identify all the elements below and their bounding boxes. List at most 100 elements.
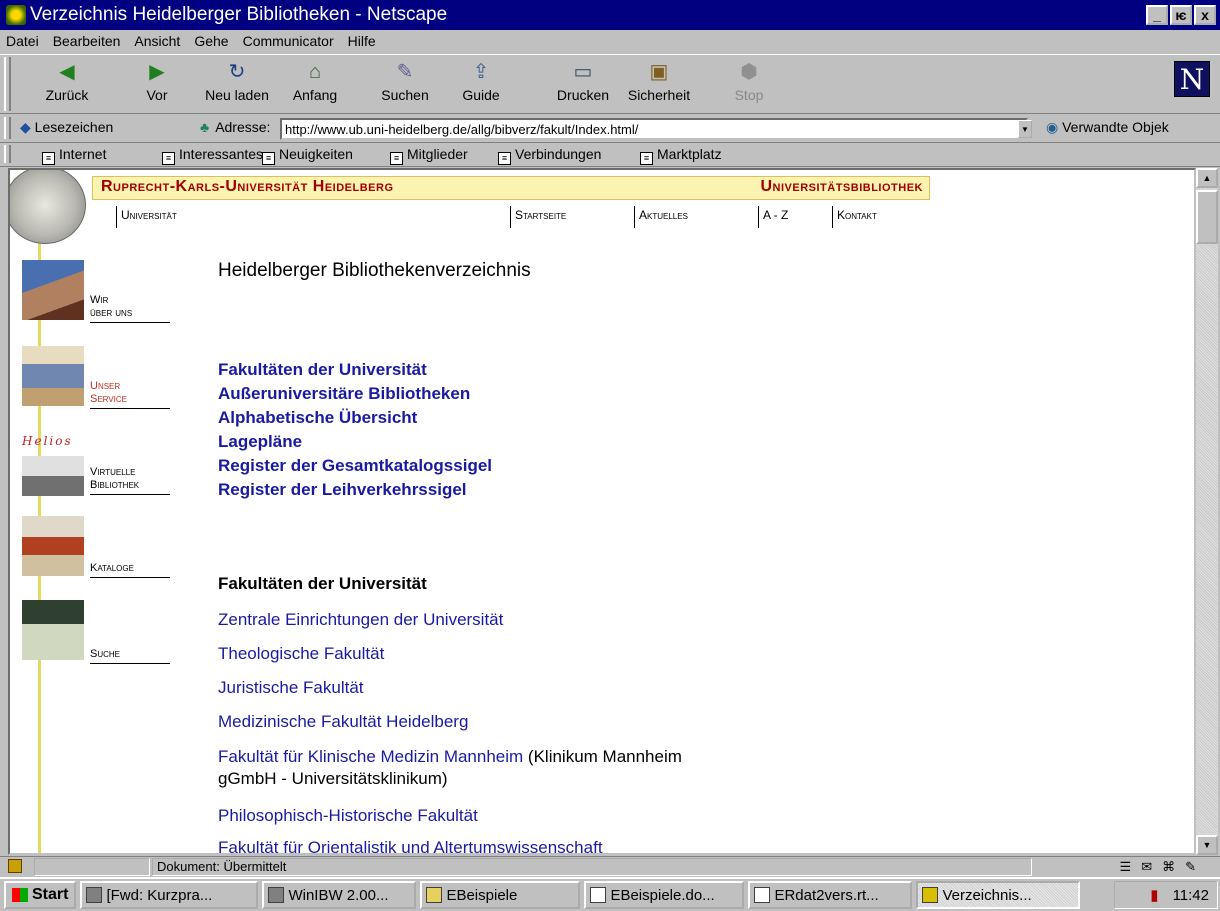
sidebar-label-about: Wir über uns <box>90 294 170 323</box>
search-flashlight-icon: ✎ <box>396 61 414 83</box>
menu-bearbeiten[interactable]: Bearbeiten <box>53 33 121 49</box>
browser-window: Verzeichnis Heidelberger Bibliotheken - … <box>0 0 1220 911</box>
stop-label: Stop <box>734 87 764 103</box>
sidebar-item-virtual-library[interactable]: Helios Virtuelle Bibliothek <box>22 434 172 504</box>
security-lock-icon[interactable] <box>8 859 22 873</box>
menu-hilfe[interactable]: Hilfe <box>348 33 376 49</box>
faculty-link-medicine-heidelberg[interactable]: Medizinische Fakultät Heidelberg <box>218 712 468 732</box>
menu-datei[interactable]: Datei <box>6 33 39 49</box>
sidebar-item-about[interactable]: Wir über uns <box>22 260 172 330</box>
faculty-link-theology[interactable]: Theologische Fakultät <box>218 644 384 664</box>
topnav-universitaet[interactable]: Universität <box>116 206 177 228</box>
sidebar-label-line: Unser <box>90 380 121 392</box>
close-button[interactable]: x <box>1194 5 1216 25</box>
toolbar-grip[interactable] <box>4 57 11 111</box>
mail-icon[interactable]: ✉ <box>1141 859 1162 874</box>
personal-item-internet[interactable]: ≡ Internet <box>42 146 106 165</box>
sidebar-label-catalogs: Kataloge <box>90 562 170 578</box>
back-button[interactable]: ◀ Zurück <box>32 59 102 103</box>
vertical-scrollbar[interactable]: ▲ ▼ <box>1196 168 1218 855</box>
bookmark-page-icon: ≡ <box>42 152 55 165</box>
toolbar-grip[interactable] <box>4 145 11 163</box>
address-dropdown-icon[interactable]: ▼ <box>1018 120 1032 138</box>
address-label: ♣ Adresse: <box>200 119 270 135</box>
topnav-startseite[interactable]: Startseite <box>510 206 566 228</box>
toolbar-grip[interactable] <box>4 117 11 139</box>
faculty-link-law[interactable]: Juristische Fakultät <box>218 678 364 698</box>
topnav-a-z[interactable]: A - Z <box>758 206 788 228</box>
terminal-app-icon <box>268 887 285 903</box>
taskbar-item-winibw[interactable]: WinIBW 2.00... <box>262 881 417 909</box>
address-label-text: Adresse: <box>215 119 271 135</box>
forward-button[interactable]: ▶ Vor <box>122 59 192 103</box>
link-union-catalog-sigla[interactable]: Register der Gesamtkatalogssigel <box>218 454 492 478</box>
taskbar-item-rtf-doc[interactable]: ERdat2vers.rt... <box>748 881 913 909</box>
main-link-list: Fakultäten der Universität Außeruniversi… <box>218 358 492 502</box>
sidebar-item-service[interactable]: Unser Service <box>22 346 172 416</box>
navigator-icon[interactable]: ☰ <box>1120 859 1142 874</box>
library-name-link[interactable]: Universitätsbibliothek <box>760 178 923 196</box>
faculty-link-central[interactable]: Zentrale Einrichtungen der Universität <box>218 610 503 630</box>
scroll-down-arrow-icon[interactable]: ▼ <box>1196 835 1218 855</box>
link-alphabetical-overview[interactable]: Alphabetische Übersicht <box>218 406 492 430</box>
bookmark-page-icon: ≡ <box>162 152 175 165</box>
link-non-university-libraries[interactable]: Außeruniversitäre Bibliotheken <box>218 382 492 406</box>
sidebar-item-catalogs[interactable]: Kataloge <box>22 516 172 580</box>
security-button[interactable]: ▣ Sicherheit <box>624 59 694 103</box>
print-button[interactable]: ▭ Drucken <box>548 59 618 103</box>
scroll-thumb[interactable] <box>1196 190 1218 244</box>
composer-icon[interactable]: ✎ <box>1185 859 1206 874</box>
address-input[interactable]: http://www.ub.uni-heidelberg.de/allg/bib… <box>280 118 1028 140</box>
guide-button[interactable]: ⇪ Guide <box>446 59 516 103</box>
personal-item-verbindungen[interactable]: ≡ Verbindungen <box>498 146 601 165</box>
tray-app-icon[interactable]: ▮ <box>1150 886 1158 904</box>
personal-toolbar: ≡ Internet ≡ Interessantes ≡ Neuigkeiten ≡ M… <box>0 143 1220 167</box>
bookmarks-button[interactable]: ◆ Lesezeichen <box>20 119 113 136</box>
person-on-phone-photo <box>22 600 84 660</box>
faculty-entry-medicine-mannheim: Fakultät für Klinische Medizin Mannheim … <box>218 746 682 790</box>
menu-gehe[interactable]: Gehe <box>194 33 228 49</box>
related-objects-button[interactable]: ◉ Verwandte Objek <box>1046 119 1169 136</box>
navigation-toolbar: ◀ Zurück ▶ Vor ↻ Neu laden ⌂ Anfang ✎ Su… <box>0 54 1220 114</box>
minimize-button[interactable]: _ <box>1146 5 1168 25</box>
bookmark-page-icon: ≡ <box>262 152 275 165</box>
netscape-logo[interactable]: N <box>1174 61 1210 97</box>
personal-item-mitglieder[interactable]: ≡ Mitglieder <box>390 146 468 165</box>
clock[interactable]: 11:42 <box>1173 887 1209 904</box>
catalog-workstation-photo <box>22 516 84 576</box>
link-interlibrary-loan-sigla[interactable]: Register der Leihverkehrssigel <box>218 478 492 502</box>
search-button[interactable]: ✎ Suchen <box>370 59 440 103</box>
taskbar-item-folder[interactable]: EBeispiele <box>420 881 581 909</box>
stop-button[interactable]: ⬢ Stop <box>714 59 784 103</box>
netscape-app-icon <box>6 5 26 25</box>
taskbar-item-netscape[interactable]: Verzeichnis... <box>916 881 1081 909</box>
university-name-link[interactable]: Ruprecht-Karls-Universität Heidelberg <box>101 178 394 196</box>
taskbar-item-mail[interactable]: [Fwd: Kurzpra... <box>80 881 259 909</box>
start-button[interactable]: Start <box>4 881 77 909</box>
menu-communicator[interactable]: Communicator <box>243 33 334 49</box>
faculty-link-oriental-studies[interactable]: Fakultät für Orientalistik und Altertums… <box>218 838 603 853</box>
related-icon: ◉ <box>1046 119 1059 135</box>
taskbar-item-word-doc[interactable]: EBeispiele.do... <box>584 881 745 909</box>
task-label: EBeispiele.do... <box>610 886 715 904</box>
faculty-note-continued: gGmbH - Universitätsklinikum) <box>218 769 448 788</box>
faculty-link-medicine-mannheim[interactable]: Fakultät für Klinische Medizin Mannheim <box>218 747 523 766</box>
reload-button[interactable]: ↻ Neu laden <box>202 59 272 103</box>
personal-item-marktplatz[interactable]: ≡ Marktplatz <box>640 146 722 165</box>
personal-item-interessantes[interactable]: ≡ Interessantes <box>162 146 263 165</box>
home-button[interactable]: ⌂ Anfang <box>280 59 350 103</box>
sidebar-label-line: Virtuelle <box>90 466 136 478</box>
discussion-icon[interactable]: ⌘ <box>1162 859 1185 874</box>
scroll-up-arrow-icon[interactable]: ▲ <box>1196 168 1218 188</box>
personal-item-neuigkeiten[interactable]: ≡ Neuigkeiten <box>262 146 353 165</box>
maximize-button[interactable]: ѥ <box>1170 5 1192 25</box>
link-site-maps[interactable]: Lagepläne <box>218 430 492 454</box>
related-label: Verwandte Objek <box>1062 119 1169 135</box>
faculty-link-philosophy-history[interactable]: Philosophisch-Historische Fakultät <box>218 806 478 826</box>
sidebar-item-search[interactable]: Suche <box>22 600 172 664</box>
topnav-aktuelles[interactable]: Aktuelles <box>634 206 688 228</box>
link-faculties[interactable]: Fakultäten der Universität <box>218 358 492 382</box>
folder-icon <box>426 887 443 903</box>
topnav-kontakt[interactable]: Kontakt <box>832 206 877 228</box>
menu-ansicht[interactable]: Ansicht <box>134 33 180 49</box>
